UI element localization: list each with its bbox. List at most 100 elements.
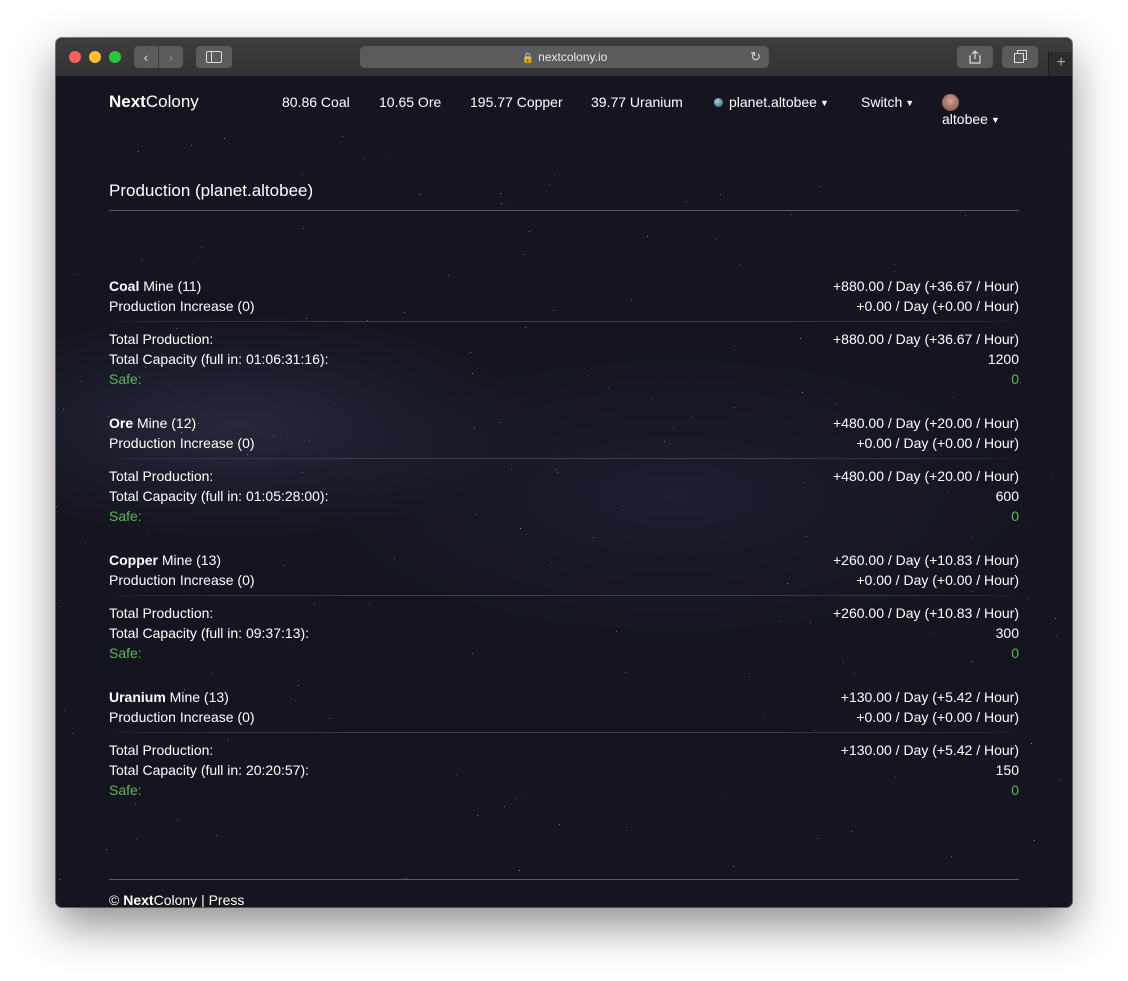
- star: [549, 184, 550, 185]
- star: [593, 537, 594, 538]
- row-value: +130.00 / Day (+5.42 / Hour): [840, 742, 1019, 758]
- page-title: Production (planet.altobee): [109, 181, 314, 200]
- star: [1064, 146, 1065, 147]
- uranium-safe-row: Safe: 0: [109, 782, 1019, 802]
- tabs-icon: [1013, 50, 1027, 63]
- star: [894, 264, 895, 265]
- uranium-amount: 39.77 Uranium: [591, 94, 683, 110]
- row-value: +880.00 / Day (+36.67 / Hour): [833, 331, 1019, 347]
- star: [501, 203, 502, 204]
- star: [59, 879, 60, 880]
- copper-total-production-row: Total Production: +260.00 / Day (+10.83 /…: [109, 605, 1019, 625]
- star: [1020, 382, 1021, 383]
- star: [177, 819, 178, 820]
- coal-amount: 80.86 Coal: [282, 94, 350, 110]
- brand-logo[interactable]: NextColony: [109, 92, 199, 112]
- ore-divider: [109, 458, 1019, 459]
- star: [554, 175, 555, 176]
- uranium-divider: [109, 732, 1019, 733]
- star: [500, 193, 501, 194]
- star: [194, 261, 195, 262]
- star: [1051, 474, 1052, 475]
- forward-button[interactable]: ›: [159, 46, 183, 68]
- row-value: 300: [995, 625, 1019, 641]
- star: [85, 543, 86, 544]
- row-label: Safe:: [109, 645, 142, 661]
- row-label: Total Production:: [109, 331, 214, 347]
- address-bar[interactable]: 🔒 nextcolony.io ↻: [360, 46, 769, 68]
- star: [951, 856, 952, 857]
- ore-total-production-row: Total Production: +480.00 / Day (+20.00 /…: [109, 468, 1019, 488]
- star: [138, 151, 139, 152]
- minimize-window-button[interactable]: [89, 51, 101, 63]
- star: [802, 392, 803, 393]
- row-value: 0: [1011, 371, 1019, 387]
- star: [59, 606, 60, 607]
- star: [147, 530, 148, 531]
- chevron-left-icon: ‹: [143, 49, 149, 65]
- press-link[interactable]: Press: [209, 892, 245, 907]
- resource-name: Uranium: [109, 689, 166, 705]
- star: [1027, 598, 1028, 599]
- sidebar-icon: [206, 51, 222, 63]
- sidebar-toggle-button[interactable]: [196, 46, 232, 68]
- star: [191, 145, 192, 146]
- share-button[interactable]: [957, 46, 993, 68]
- zoom-window-button[interactable]: [109, 51, 121, 63]
- uranium-production-increase-row: Production Increase (0) +0.00 / Day (+0.0…: [109, 709, 1019, 729]
- footer-brand: Next: [123, 892, 154, 907]
- row-label: Production Increase (0): [109, 435, 255, 451]
- caret-down-icon: ▼: [819, 98, 829, 108]
- star: [419, 194, 420, 195]
- star: [298, 685, 299, 686]
- uranium-total-production-row: Total Production: +130.00 / Day (+5.42 / …: [109, 742, 1019, 762]
- star: [734, 407, 735, 408]
- star: [306, 318, 307, 319]
- tab-overview-button[interactable]: [1002, 46, 1038, 68]
- star: [201, 247, 202, 248]
- footer-divider: [109, 879, 1019, 880]
- row-label: Uranium Mine (13): [109, 689, 229, 705]
- user-dropdown[interactable]: altobee ▼: [942, 94, 1019, 127]
- star: [733, 866, 734, 867]
- resource-name: Coal: [109, 278, 140, 294]
- row-value: +0.00 / Day (+0.00 / Hour): [856, 709, 1019, 725]
- switch-dropdown[interactable]: Switch ▼: [861, 94, 914, 110]
- star: [971, 537, 972, 538]
- close-window-button[interactable]: [69, 51, 81, 63]
- title-divider: [109, 210, 1019, 211]
- star: [1055, 618, 1056, 619]
- ore-mine-row: Ore Mine (12) +480.00 / Day (+20.00 / Hou…: [109, 415, 1019, 435]
- avatar: [942, 94, 959, 111]
- back-button[interactable]: ‹: [134, 46, 158, 68]
- row-value: 150: [995, 762, 1019, 778]
- resource-name: Ore: [109, 415, 134, 431]
- new-tab-button[interactable]: +: [1048, 52, 1072, 76]
- star: [363, 158, 364, 159]
- star: [686, 201, 687, 202]
- star: [676, 546, 677, 547]
- star: [314, 603, 315, 604]
- lock-icon: 🔒: [521, 53, 535, 64]
- star: [739, 264, 740, 265]
- planet-dropdown[interactable]: planet.altobee ▼: [714, 94, 829, 110]
- row-value: +480.00 / Day (+20.00 / Hour): [833, 415, 1019, 431]
- row-value: +480.00 / Day (+20.00 / Hour): [833, 468, 1019, 484]
- star: [953, 397, 954, 398]
- planet-icon: [714, 98, 723, 107]
- star: [74, 274, 75, 275]
- row-value: 0: [1011, 645, 1019, 661]
- star: [1056, 636, 1057, 637]
- star: [791, 214, 792, 215]
- url-text: nextcolony.io: [538, 50, 608, 64]
- star: [814, 730, 815, 731]
- star: [303, 228, 304, 229]
- row-label: Coal Mine (11): [109, 278, 202, 294]
- reload-icon[interactable]: ↻: [750, 46, 761, 68]
- star: [510, 204, 511, 205]
- row-label: Production Increase (0): [109, 709, 255, 725]
- star: [652, 398, 653, 399]
- row-value: +0.00 / Day (+0.00 / Hour): [856, 298, 1019, 314]
- star: [523, 254, 524, 255]
- row-label: Safe:: [109, 782, 142, 798]
